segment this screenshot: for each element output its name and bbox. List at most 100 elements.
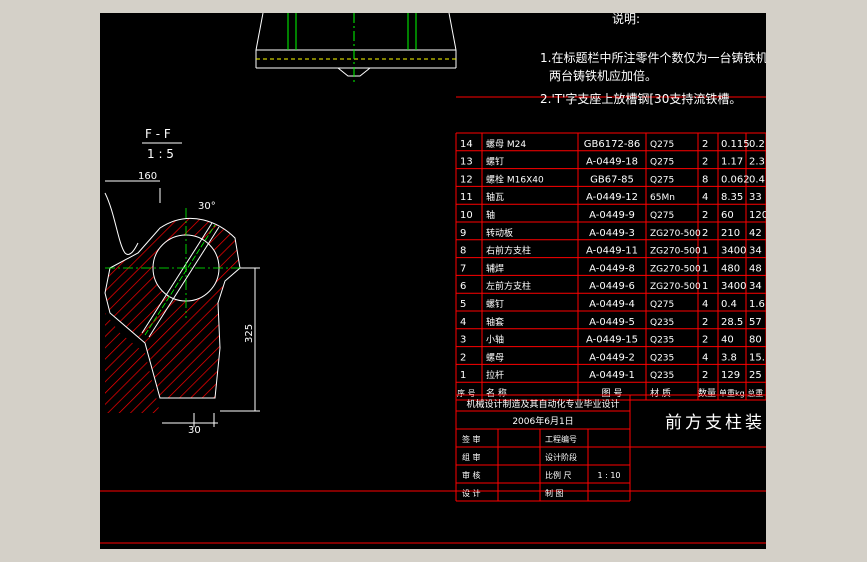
bom-row-qty: 2 xyxy=(702,317,708,328)
bom-row-no: 9 xyxy=(460,228,466,239)
bom-row-total-weight: 80 xyxy=(749,335,762,346)
bom-row-qty: 2 xyxy=(702,210,708,221)
bom-row-code: A-0449-12 xyxy=(586,192,638,203)
bom-row-name: 小轴 xyxy=(486,334,504,346)
bom-row-name: 轴套 xyxy=(486,316,504,328)
bom-row-code: A-0449-15 xyxy=(586,335,638,346)
bom-row-unit-weight: 3.8 xyxy=(721,352,737,363)
bom-row-no: 7 xyxy=(460,263,466,274)
bom-row-no: 8 xyxy=(460,246,466,257)
bom-row-name: 螺钉 xyxy=(486,157,504,168)
title-row-field: 制 图 xyxy=(545,488,564,498)
bom-row-name: 螺母 M24 xyxy=(486,139,526,150)
title-row-field: 设计阶段 xyxy=(545,452,577,462)
drawing-sheet: 说明: 1.在标题栏中所注零件个数仅为一台铸铁机所用 两台铸铁机应加倍。 2.'… xyxy=(100,13,766,544)
bom-row-qty: 2 xyxy=(702,139,708,150)
bom-row-qty: 1 xyxy=(702,281,708,292)
bom-row-material: Q235 xyxy=(650,318,674,328)
bom-row-name: 右前方支柱 xyxy=(486,245,531,257)
bom-row-material: Q235 xyxy=(650,353,674,363)
bom-row-code: GB6172-86 xyxy=(584,139,640,150)
bom-row-unit-weight: 0.062 xyxy=(721,174,750,185)
bom-row-name: 辅焊 xyxy=(486,262,504,274)
bom-row-code: A-0449-11 xyxy=(586,246,638,257)
title-block: 机械设计制造及其自动化专业毕业设计 2006年6月1日 前方支柱装 签 审 工程编… xyxy=(455,394,766,502)
bom-row-total-weight: 120 xyxy=(749,210,766,221)
title-row-label: 设 计 xyxy=(462,488,481,498)
bom-row-qty: 4 xyxy=(702,192,708,203)
bom-row-total-weight: 34 xyxy=(749,281,762,292)
bom-row-unit-weight: 40 xyxy=(721,335,734,346)
bom-row-total-weight: 48 xyxy=(749,263,762,274)
bom-row-code: A-0449-3 xyxy=(589,228,635,239)
bom-row-material: 65Mn xyxy=(650,193,675,203)
bom-row-name: 拉杆 xyxy=(486,369,504,381)
bom-row-no: 14 xyxy=(460,139,473,150)
title-row-field: 工程编号 xyxy=(545,434,577,444)
section-label-text: F - F xyxy=(145,127,171,141)
bom-row-code: A-0449-9 xyxy=(589,210,635,221)
bom-row-unit-weight: 8.35 xyxy=(721,192,743,203)
bom-row-unit-weight: 1.17 xyxy=(721,157,743,168)
bom-row-no: 4 xyxy=(460,317,466,328)
drawing-title: 前方支柱装 xyxy=(665,413,765,433)
bom-row-name: 转动板 xyxy=(486,227,513,239)
title-row-label: 审 核 xyxy=(462,470,481,480)
bom-row-code: A-0449-5 xyxy=(589,317,635,328)
bom-row-name: 左前方支柱 xyxy=(486,280,531,292)
notes-line-2: 两台铸铁机应加倍。 xyxy=(549,68,657,83)
bom-row-code: A-0449-1 xyxy=(589,370,635,381)
bom-row-qty: 2 xyxy=(702,370,708,381)
title-row-value: 1 : 10 xyxy=(597,471,620,480)
cad-drawing-canvas[interactable]: 说明: 1.在标题栏中所注零件个数仅为一台铸铁机所用 两台铸铁机应加倍。 2.'… xyxy=(100,13,766,549)
bom-row-total-weight: 1.6 xyxy=(749,299,765,310)
bom-row-unit-weight: 60 xyxy=(721,210,734,221)
title-row-field: 比例 尺 xyxy=(545,470,572,480)
bom-row-material: ZG270-500 xyxy=(650,229,701,239)
bom-row-total-weight: 34 xyxy=(749,246,762,257)
bom-row-code: GB67-85 xyxy=(590,174,634,185)
bom-row-material: Q235 xyxy=(650,336,674,346)
bom-row-total-weight: 15. xyxy=(749,352,765,363)
bom-row-unit-weight: 3400 xyxy=(721,246,746,257)
bom-row-qty: 4 xyxy=(702,299,708,310)
dim-bottom-text: 30 xyxy=(188,425,201,436)
title-row-label: 签 审 xyxy=(462,434,481,444)
technical-notes: 说明: 1.在标题栏中所注零件个数仅为一台铸铁机所用 两台铸铁机应加倍。 2.'… xyxy=(540,13,766,106)
bom-row-code: A-0449-8 xyxy=(589,263,635,274)
bom-header-no: 序 号 xyxy=(457,388,476,398)
bom-row-material: Q275 xyxy=(650,211,674,221)
bom-row-no: 13 xyxy=(460,157,473,168)
bom-row-material: Q235 xyxy=(650,371,674,381)
bom-table: 14 螺母 M24 GB6172-86 Q275 2 0.115 0.213 螺钉 A-0449… xyxy=(457,139,766,399)
bom-row-unit-weight: 0.4 xyxy=(721,299,737,310)
bom-row-unit-weight: 28.5 xyxy=(721,317,743,328)
bom-row-material: ZG270-500 xyxy=(650,282,701,292)
bom-row-qty: 1 xyxy=(702,263,708,274)
bom-row-unit-weight: 3400 xyxy=(721,281,746,292)
bom-row-no: 12 xyxy=(460,174,473,185)
dim-angle-text: 30° xyxy=(198,201,216,212)
bom-row-material: Q275 xyxy=(650,175,674,185)
bom-row-material: Q275 xyxy=(650,158,674,168)
bom-row-qty: 8 xyxy=(702,174,708,185)
bom-row-total-weight: 42 xyxy=(749,228,762,239)
bom-row-material: Q275 xyxy=(650,300,674,310)
dim-width-text: 160 xyxy=(138,171,157,182)
bom-row-total-weight: 0.2 xyxy=(749,139,765,150)
bom-row-no: 3 xyxy=(460,335,466,346)
bom-row-material: Q275 xyxy=(650,140,674,150)
title-date: 2006年6月1日 xyxy=(512,415,573,427)
bom-row-code: A-0449-6 xyxy=(589,281,635,292)
bom-row-no: 1 xyxy=(460,370,466,381)
title-school: 机械设计制造及其自动化专业毕业设计 xyxy=(466,398,619,410)
section-scale-text: 1 : 5 xyxy=(147,147,174,161)
bom-row-no: 6 xyxy=(460,281,466,292)
bom-row-material: ZG270-500 xyxy=(650,264,701,274)
notes-line-3: 2.'T'字支座上放槽钢[30支持流铁槽。 xyxy=(540,91,741,106)
bom-header-weight: 单重kg 总重 xyxy=(719,388,763,398)
dim-height-text: 325 xyxy=(244,324,255,343)
section-label: F - F 1 : 5 xyxy=(142,127,182,161)
top-elevation-view xyxy=(255,13,457,83)
bom-row-total-weight: 0.4 xyxy=(749,174,765,185)
